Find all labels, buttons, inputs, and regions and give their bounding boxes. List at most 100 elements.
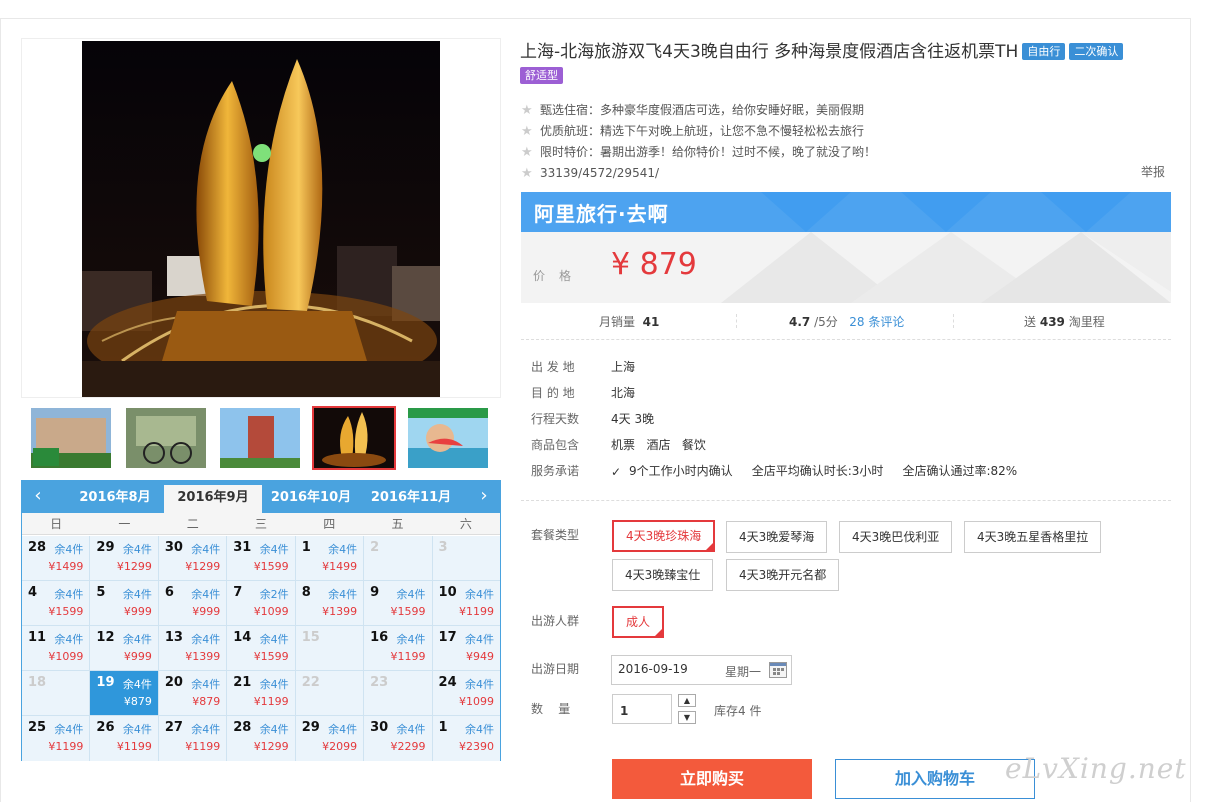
day-number: 25 bbox=[28, 720, 47, 735]
quantity-input[interactable]: 1 bbox=[612, 694, 672, 724]
calendar-day[interactable]: 16 余4件 ¥1199 bbox=[364, 626, 433, 670]
divider bbox=[736, 314, 737, 328]
info-includes: 商品包含 机票 酒店 餐饮 bbox=[531, 438, 706, 452]
thumbnail-2[interactable] bbox=[124, 406, 208, 470]
day-number: 3 bbox=[438, 540, 448, 555]
calendar-day[interactable]: 28 余4件 ¥1299 bbox=[227, 716, 296, 761]
day-stock: 余4件 bbox=[122, 543, 152, 556]
calendar-day[interactable]: 31 余4件 ¥1599 bbox=[227, 536, 296, 580]
day-number: 30 bbox=[164, 540, 183, 555]
calendar-prev-icon[interactable]: ‹ bbox=[26, 485, 50, 509]
day-stock: 余4件 bbox=[122, 588, 152, 601]
calendar-month-aug[interactable]: 2016年8月 bbox=[66, 485, 164, 513]
day-stock: 余4件 bbox=[259, 678, 289, 691]
day-stock: 余4件 bbox=[328, 723, 358, 736]
calendar-day[interactable]: 25 余4件 ¥1199 bbox=[22, 716, 91, 761]
day-stock: 余4件 bbox=[191, 723, 221, 736]
main-photo-sculpture[interactable] bbox=[82, 41, 440, 397]
calendar-next-icon[interactable]: › bbox=[472, 485, 496, 509]
calendar-day-unavailable: 2 bbox=[364, 536, 433, 580]
calendar-day[interactable]: 13 余4件 ¥1399 bbox=[158, 626, 228, 670]
date-picker-field[interactable]: 2016-09-19 星期一 bbox=[611, 655, 792, 685]
divider bbox=[521, 500, 1171, 501]
calendar-day[interactable]: 29 余4件 ¥1299 bbox=[90, 536, 159, 580]
crowd-option-adult[interactable]: 成人 bbox=[612, 606, 664, 638]
day-number: 10 bbox=[438, 585, 457, 600]
day-price: ¥1299 bbox=[116, 560, 152, 573]
buy-now-button[interactable]: 立即购买 bbox=[612, 759, 812, 799]
tag-comfort: 舒适型 bbox=[520, 67, 563, 84]
quantity-down-icon[interactable]: ▼ bbox=[678, 711, 696, 724]
reviews-link[interactable]: 28 条评论 bbox=[849, 315, 904, 329]
package-option-shangri-la[interactable]: 4天3晚五星香格里拉 bbox=[964, 521, 1102, 553]
report-link[interactable]: 举报 bbox=[1141, 163, 1165, 180]
calendar-day[interactable]: 30 余4件 ¥2299 bbox=[364, 716, 433, 761]
trip-info: 出 发 地上海 目 的 地北海 行程天数 4天 3晚 商品包含 机票 酒店 餐饮 服… bbox=[531, 357, 1171, 487]
calendar-day[interactable]: 10 余4件 ¥1199 bbox=[432, 581, 500, 625]
thumbnail-4-active[interactable] bbox=[312, 406, 396, 470]
day-price: ¥1599 bbox=[390, 605, 426, 618]
calendar-day[interactable]: 29 余4件 ¥2099 bbox=[295, 716, 365, 761]
calendar-day[interactable]: 1 余4件 ¥2390 bbox=[432, 716, 500, 761]
calendar-day[interactable]: 24 余4件 ¥1099 bbox=[432, 671, 500, 715]
day-number: 12 bbox=[96, 630, 115, 645]
thumbnail-1[interactable] bbox=[29, 406, 113, 470]
product-title-block: 上海-北海旅游双飞4天3晚自由行 多种海景度假酒店含往返机票TH 自由行 二次确认 … bbox=[520, 40, 1180, 88]
thumbnail-5[interactable] bbox=[406, 406, 490, 470]
calendar-day[interactable]: 27 余4件 ¥1199 bbox=[158, 716, 228, 761]
calendar-day[interactable]: 28 余4件 ¥1499 bbox=[22, 536, 91, 580]
thumbnail-3[interactable] bbox=[218, 406, 302, 470]
day-number: 20 bbox=[164, 675, 183, 690]
day-price: ¥1599 bbox=[253, 650, 289, 663]
calendar-day[interactable]: 11 余4件 ¥1099 bbox=[22, 626, 91, 670]
calendar-month-nov[interactable]: 2016年11月 bbox=[362, 485, 460, 513]
calendar-day[interactable]: 20 余4件 ¥879 bbox=[158, 671, 228, 715]
date-value: 2016-09-19 bbox=[618, 662, 688, 676]
day-price: ¥999 bbox=[123, 605, 152, 618]
package-option-zhenbaoshi[interactable]: 4天3晚臻宝仕 bbox=[612, 559, 714, 591]
day-price: ¥1099 bbox=[48, 650, 84, 663]
calendar-day[interactable]: 21 余4件 ¥1199 bbox=[227, 671, 296, 715]
package-option-pearl-sea[interactable]: 4天3晚珍珠海 bbox=[612, 520, 715, 552]
calendar-day[interactable]: 5 余4件 ¥999 bbox=[90, 581, 159, 625]
package-option-bavaria[interactable]: 4天3晚巴伐利亚 bbox=[839, 521, 953, 553]
calendar-day[interactable]: 6 余4件 ¥999 bbox=[158, 581, 228, 625]
package-option-kaiyuan[interactable]: 4天3晚开元名都 bbox=[726, 559, 840, 591]
calendar-icon[interactable] bbox=[769, 662, 787, 678]
calendar-day[interactable]: 14 余4件 ¥1599 bbox=[227, 626, 296, 670]
calendar-day[interactable]: 26 余4件 ¥1199 bbox=[90, 716, 159, 761]
calendar-day[interactable]: 12 余4件 ¥999 bbox=[90, 626, 159, 670]
calendar-day-selected[interactable]: 19 余4件 ¥879 bbox=[90, 671, 159, 715]
day-number: 6 bbox=[164, 585, 174, 600]
day-price: ¥879 bbox=[123, 695, 152, 708]
day-stock: 余4件 bbox=[191, 588, 221, 601]
star-icon: ★ bbox=[521, 145, 533, 160]
calendar-week-row: 28 余4件 ¥1499 29 余4件 ¥1299 30 余4件 ¥1299 31 余4件 ¥1599… bbox=[22, 536, 500, 581]
quantity-label: 数 量 bbox=[531, 702, 571, 716]
calendar-month-sep[interactable]: 2016年9月 bbox=[164, 485, 262, 513]
day-number: 29 bbox=[301, 720, 320, 735]
weekday-label: 五 bbox=[391, 517, 404, 531]
calendar-day[interactable]: 17 余4件 ¥949 bbox=[432, 626, 500, 670]
calendar-day[interactable]: 1 余4件 ¥1499 bbox=[295, 536, 365, 580]
day-price: ¥1199 bbox=[185, 740, 221, 753]
day-number: 29 bbox=[96, 540, 115, 555]
calendar-week-row: 25 余4件 ¥1199 26 余4件 ¥1199 27 余4件 ¥1199 28 余4件 ¥1299… bbox=[22, 716, 500, 761]
day-number: 22 bbox=[301, 675, 320, 690]
quantity-up-icon[interactable]: ▲ bbox=[678, 694, 696, 707]
calendar-day[interactable]: 4 余4件 ¥1599 bbox=[22, 581, 91, 625]
day-number: 13 bbox=[164, 630, 183, 645]
day-stock: 余4件 bbox=[464, 588, 494, 601]
day-stock: 余4件 bbox=[191, 543, 221, 556]
day-stock: 余4件 bbox=[122, 633, 152, 646]
calendar-day[interactable]: 9 余4件 ¥1599 bbox=[364, 581, 433, 625]
weekday-label: 三 bbox=[254, 517, 267, 531]
calendar-day[interactable]: 7 余2件 ¥1099 bbox=[227, 581, 296, 625]
calendar-month-oct[interactable]: 2016年10月 bbox=[262, 485, 360, 513]
day-price: ¥1099 bbox=[253, 605, 289, 618]
package-option-aegean[interactable]: 4天3晚爱琴海 bbox=[726, 521, 828, 553]
calendar-day[interactable]: 8 余4件 ¥1399 bbox=[295, 581, 365, 625]
weekday-label: 二 bbox=[186, 517, 199, 531]
day-number: 26 bbox=[96, 720, 115, 735]
calendar-day[interactable]: 30 余4件 ¥1299 bbox=[158, 536, 228, 580]
